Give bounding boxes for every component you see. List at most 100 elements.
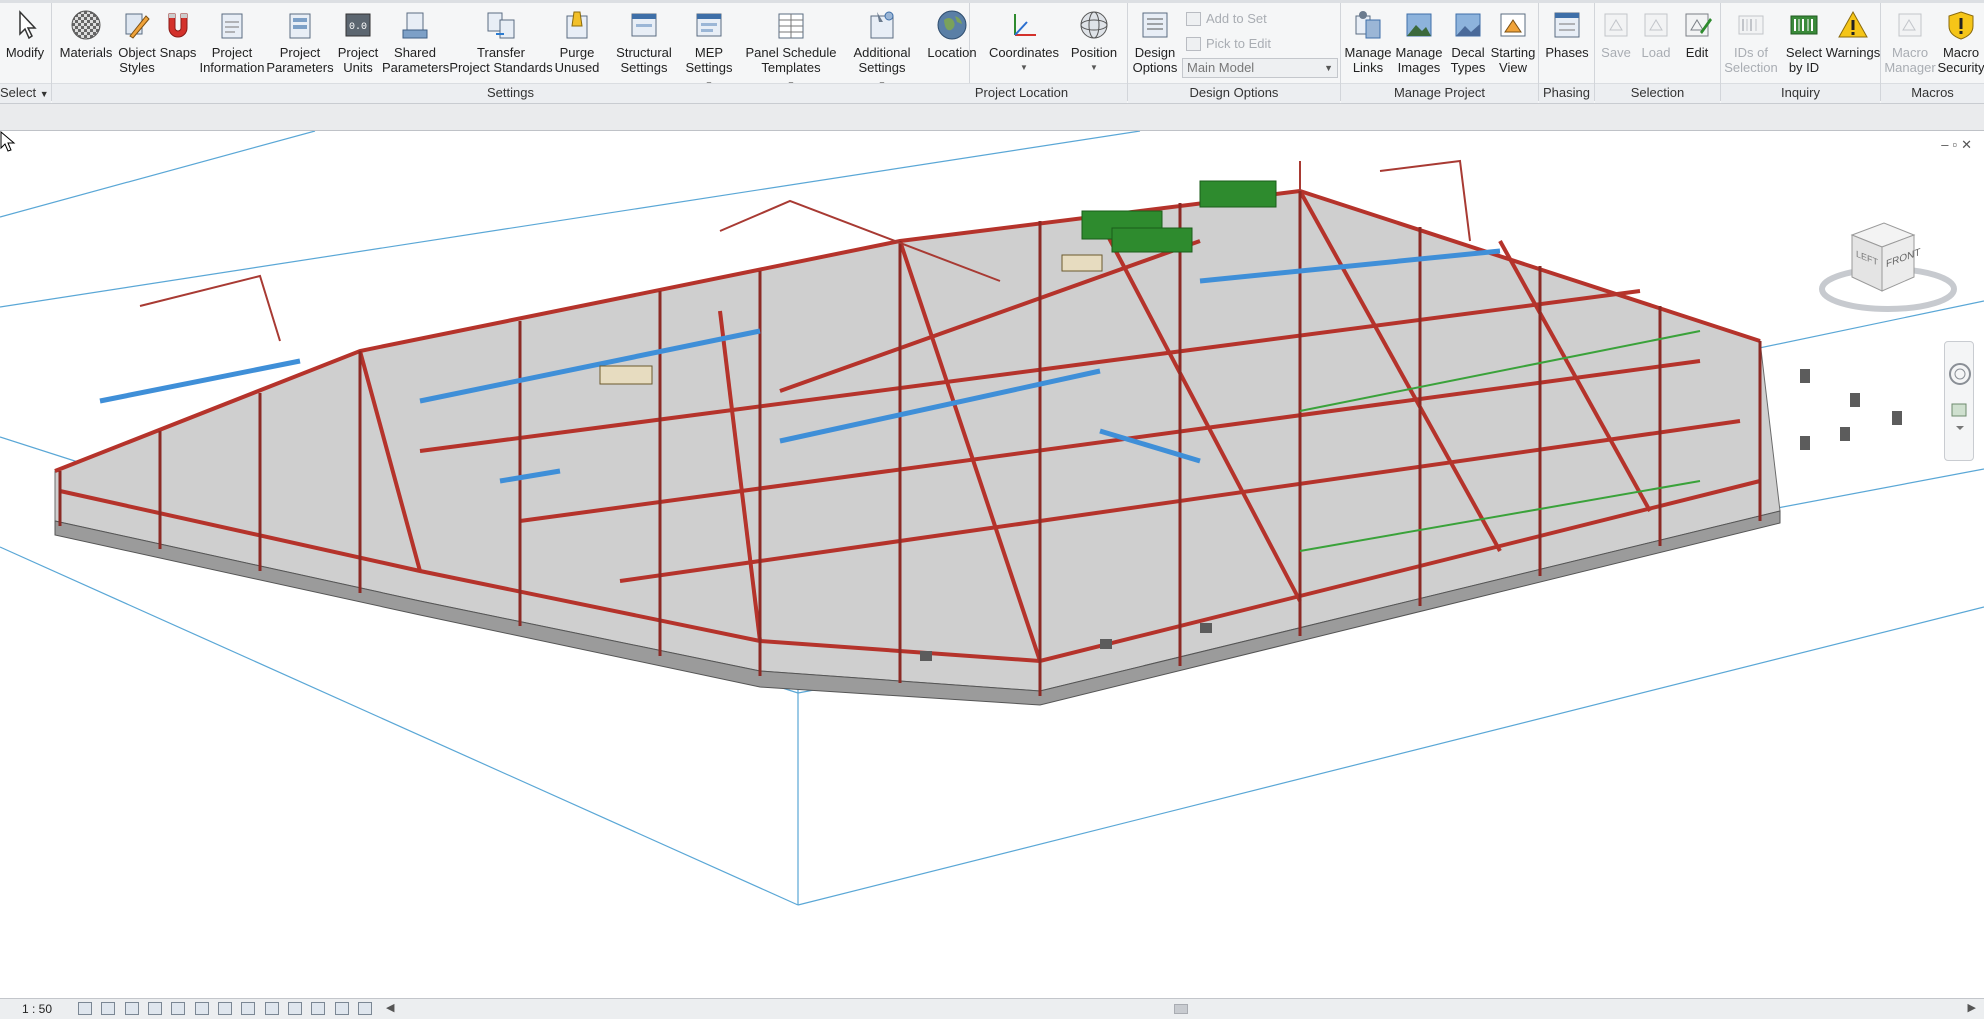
materials-button[interactable]: Materials [56, 6, 116, 82]
detail-level-icon[interactable] [78, 1002, 92, 1015]
settings-group-label: Settings [52, 83, 969, 103]
design-option-select[interactable]: Main Model ▼ [1182, 58, 1338, 78]
pick-to-edit-icon [1186, 37, 1201, 51]
panel-schedule-templates-button[interactable]: Panel Schedule Templates▼ [738, 6, 844, 89]
design-options-icon [1142, 12, 1168, 38]
temporary-view-properties-icon[interactable] [311, 1002, 326, 1015]
additional-settings-icon [870, 11, 894, 39]
location-button[interactable]: Location [920, 6, 984, 82]
materials-label: Materials [59, 45, 113, 60]
warnings-button[interactable]: Warnings [1825, 6, 1881, 82]
additional-settings-label: Additional Settings [853, 45, 911, 75]
scroll-right-icon[interactable]: ▶ [1968, 1001, 1976, 1014]
decal-types-label: Decal Types [1450, 45, 1486, 75]
design-options-button[interactable]: Design Options [1130, 6, 1180, 82]
inquiry-group-label: Inquiry [1721, 83, 1880, 103]
manage-images-button[interactable]: Manage Images [1393, 6, 1445, 82]
project-information-button[interactable]: Project Information [196, 6, 268, 82]
3d-viewport[interactable]: –▫✕ LEFT FRONT [0, 131, 1984, 998]
mechanical-unit [599, 365, 653, 385]
viewcube-graphic[interactable] [1814, 215, 1964, 325]
coordinates-caret-icon: ▼ [1020, 63, 1028, 72]
select-dropdown[interactable]: Select ▼ [0, 83, 51, 103]
transfer-project-standards-button[interactable]: Transfer Project Standards [448, 6, 554, 82]
project-parameters-button[interactable]: Project Parameters [266, 6, 334, 82]
position-button[interactable]: Position ▼ [1064, 6, 1124, 82]
macro-security-button[interactable]: Macro Security [1937, 6, 1984, 82]
ids-of-selection-button[interactable]: IDs of Selection [1721, 6, 1781, 82]
zoom-icon[interactable] [1951, 403, 1967, 417]
render-icon[interactable] [171, 1002, 186, 1015]
starting-view-button[interactable]: Starting View [1489, 6, 1537, 82]
modify-button[interactable]: Modify [2, 6, 48, 82]
mep-settings-icon [696, 13, 722, 37]
zoom-dropdown-icon[interactable] [1956, 426, 1964, 430]
select-by-id-button[interactable]: Select by ID [1779, 6, 1829, 82]
manage-links-button[interactable]: Manage Links [1343, 6, 1393, 82]
add-to-set-label: Add to Set [1206, 11, 1267, 26]
horizontal-scrollbar[interactable]: ◀ ▶ [386, 1001, 1976, 1015]
purge-unused-button[interactable]: Purge Unused [550, 6, 604, 82]
view-scale[interactable]: 1 : 50 [22, 1002, 52, 1016]
navigation-bar-tools[interactable] [1945, 342, 1975, 462]
inquiry-group: IDs of Selection Select by ID Warnings I… [1721, 3, 1881, 103]
manage-images-label: Manage Images [1395, 45, 1443, 75]
macro-manager-button[interactable]: Macro Manager [1881, 6, 1939, 82]
view-window-controls[interactable]: –▫✕ [1941, 137, 1976, 153]
warning-triangle-icon [1838, 10, 1868, 38]
panel-schedule-icon [778, 13, 804, 39]
sun-path-icon[interactable] [124, 1002, 139, 1015]
rooftop-unit [1199, 180, 1277, 208]
decal-types-button[interactable]: Decal Types [1445, 6, 1491, 82]
scroll-left-icon[interactable]: ◀ [386, 1001, 394, 1014]
model-canvas[interactable] [0, 131, 1984, 998]
save-selection-icon [1604, 13, 1628, 37]
show-crop-region-icon[interactable] [218, 1002, 233, 1015]
edit-selection-button[interactable]: Edit [1675, 6, 1719, 82]
project-units-button[interactable]: 0.0 Project Units [332, 6, 384, 82]
lock-3d-view-icon[interactable] [241, 1002, 256, 1015]
shadows-icon[interactable] [148, 1002, 163, 1015]
snaps-button[interactable]: Snaps [156, 6, 200, 82]
additional-settings-button[interactable]: Additional Settings▼ [844, 6, 920, 89]
transfer-project-standards-label: Transfer Project Standards [449, 45, 553, 75]
macro-manager-icon [1898, 13, 1922, 37]
shared-parameters-button[interactable]: Shared Parameters [382, 6, 449, 82]
restore-icon[interactable]: ▫ [1952, 137, 1961, 152]
object-styles-icon [125, 13, 150, 39]
macro-manager-label: Macro Manager [1884, 45, 1936, 75]
visual-style-icon[interactable] [101, 1002, 116, 1015]
position-label: Position [1070, 45, 1118, 60]
add-to-set-button[interactable]: Add to Set [1184, 9, 1267, 29]
materials-sphere-icon [71, 10, 101, 40]
cursor-arrow-icon [19, 10, 37, 40]
load-selection-button[interactable]: Load [1635, 6, 1677, 82]
steering-wheel-icon[interactable] [1949, 363, 1971, 385]
manage-project-group: Manage Links Manage Images Decal Types S… [1341, 3, 1539, 103]
reveal-hidden-icon[interactable] [288, 1002, 303, 1015]
revit-window: Modify Select ▼ Materials Object Styles … [0, 0, 1984, 1019]
building-model[interactable] [54, 159, 1902, 706]
project-information-label: Project Information [199, 45, 265, 75]
coordinates-button[interactable]: Coordinates ▼ [984, 6, 1064, 82]
navigation-bar[interactable] [1944, 341, 1974, 461]
structural-settings-icon [631, 13, 657, 37]
analytical-model-icon[interactable] [358, 1002, 373, 1015]
phases-button[interactable]: Phases [1541, 6, 1593, 82]
minimize-icon[interactable]: – [1941, 137, 1952, 152]
close-icon[interactable]: ✕ [1961, 137, 1976, 152]
scrollbar-thumb[interactable] [1174, 1004, 1188, 1014]
save-selection-button[interactable]: Save [1595, 6, 1637, 82]
structural-settings-button[interactable]: Structural Settings [608, 6, 680, 82]
object-styles-button[interactable]: Object Styles [112, 6, 162, 82]
viewcube[interactable]: LEFT FRONT [1814, 215, 1964, 325]
coordinates-axes-icon [1014, 14, 1036, 36]
worksharing-display-icon[interactable] [334, 1002, 349, 1015]
manage-images-icon [1406, 13, 1432, 37]
manage-links-icon [1355, 11, 1381, 39]
pick-to-edit-button[interactable]: Pick to Edit [1184, 34, 1271, 54]
select-label: Select [0, 85, 37, 100]
crop-view-icon[interactable] [194, 1002, 209, 1015]
temporary-hide-icon[interactable] [264, 1002, 279, 1015]
mep-settings-button[interactable]: MEP Settings▼ [680, 6, 738, 89]
